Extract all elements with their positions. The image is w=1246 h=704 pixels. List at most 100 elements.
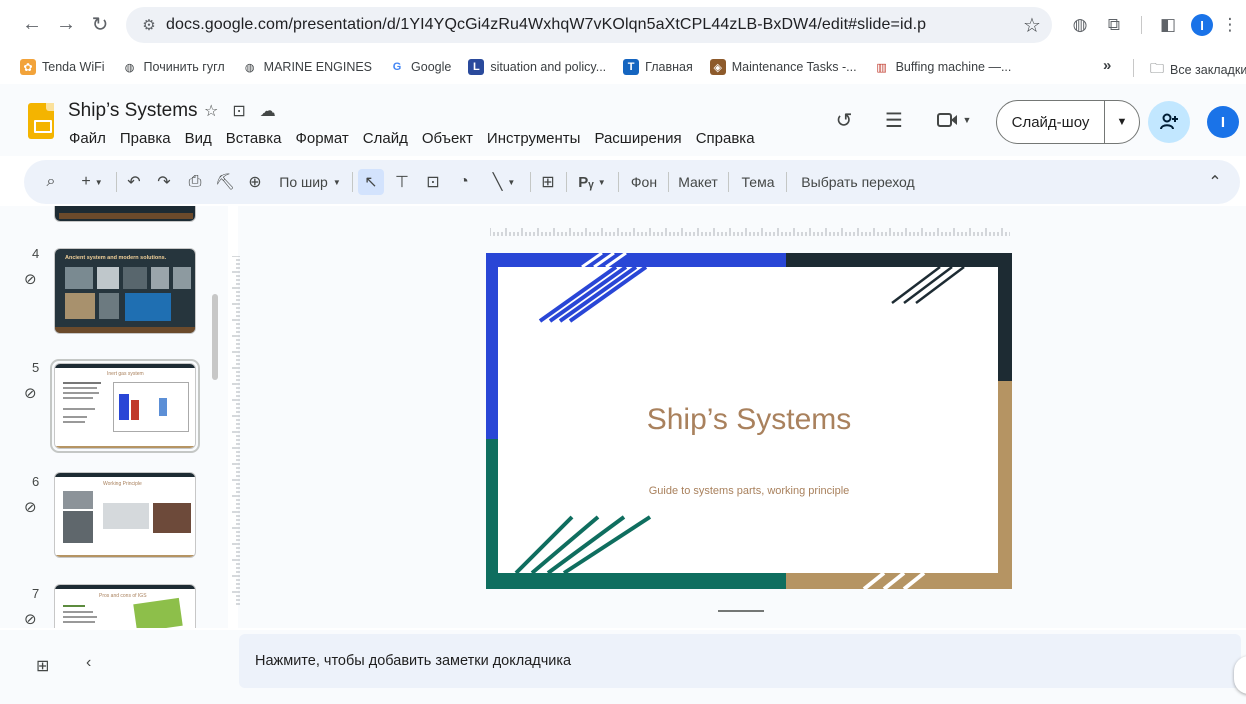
input-tools-icon[interactable]: Pᵧ ▼ xyxy=(572,169,612,195)
thumb-image xyxy=(65,267,93,289)
menu-format[interactable]: Формат xyxy=(288,128,355,149)
maintenance-icon: ◈ xyxy=(709,59,726,75)
forward-arrow-icon[interactable]: → xyxy=(52,10,80,38)
user-avatar[interactable]: I xyxy=(1207,106,1239,138)
notes-resize-handle[interactable] xyxy=(718,610,764,612)
bookmark-label: Tenda WiFi xyxy=(42,60,105,74)
meet-camera-icon[interactable]: ▼ xyxy=(932,106,976,134)
site-settings-icon[interactable]: ⚙ xyxy=(132,16,166,34)
thumb-title: Pros and cons of IGS xyxy=(99,593,147,599)
bookmark-item[interactable]: G Google xyxy=(389,59,451,75)
bookmarks-bar: ✿ Tenda WiFi ◍ Починить гугл ◍ MARINE ENGINES… xyxy=(0,52,1246,82)
menu-view[interactable]: Вид xyxy=(178,128,219,149)
share-add-person-icon[interactable] xyxy=(1148,101,1190,143)
slide-number: 6 xyxy=(32,474,40,489)
move-folder-icon[interactable]: ⊡ xyxy=(232,101,245,121)
folder-icon: 🗀 xyxy=(1150,60,1164,76)
link-icon: ⊘ xyxy=(24,611,37,628)
side-panel-toggle[interactable] xyxy=(1234,656,1246,694)
grid-view-icon[interactable]: ⊞ xyxy=(36,656,49,676)
zoom-icon[interactable]: ⊕ xyxy=(244,169,266,195)
collapse-toolbar-chevron-icon[interactable]: ⌃ xyxy=(1204,169,1226,195)
filmstrip-scrollbar[interactable] xyxy=(212,294,218,380)
menu-object[interactable]: Объект xyxy=(415,128,480,149)
bookmark-item[interactable]: T Главная xyxy=(623,59,693,75)
collapse-filmstrip-chevron-icon[interactable]: ‹ xyxy=(86,654,91,672)
slide-canvas[interactable]: Ship’s Systems Guide to systems parts, w… xyxy=(232,206,1246,628)
slideshow-button[interactable]: Слайд-шоу ▼ xyxy=(996,100,1140,144)
slide-filmstrip[interactable]: 4 ⊘ Ancient system and modern solutions.… xyxy=(0,206,228,628)
horizontal-ruler[interactable] xyxy=(490,226,1010,236)
insert-comment-icon[interactable]: ⊞ xyxy=(536,169,560,195)
new-slide-button[interactable]: + ▼ xyxy=(74,169,110,195)
thumb-bg xyxy=(55,249,195,333)
slide-thumbnail-7[interactable]: Pros and cons of IGS xyxy=(54,584,196,628)
thumb-strip xyxy=(55,446,195,448)
chrome-profile-avatar[interactable]: I xyxy=(1190,12,1214,38)
speaker-notes-field[interactable]: Нажмите, чтобы добавить заметки докладчи… xyxy=(239,634,1241,688)
bookmarks-overflow-button[interactable]: » xyxy=(1103,57,1111,74)
layout-button[interactable]: Макет xyxy=(676,169,720,195)
comments-icon[interactable]: ☰ xyxy=(880,106,908,134)
thumb-image xyxy=(103,503,149,529)
menu-insert[interactable]: Вставка xyxy=(219,128,289,149)
thumb-diagram-part xyxy=(119,394,129,420)
transition-button[interactable]: Выбрать переход xyxy=(798,169,918,195)
theme-button[interactable]: Тема xyxy=(738,169,778,195)
slideshow-options-chevron-icon[interactable]: ▼ xyxy=(1105,116,1139,128)
slide-thumbnail-6[interactable]: Working Principle xyxy=(54,472,196,558)
bookmark-item[interactable]: ◍ Починить гугл xyxy=(121,59,225,75)
extension-globe-icon[interactable]: ◍ xyxy=(1068,12,1092,38)
slide-number: 4 xyxy=(32,246,40,261)
menu-tools[interactable]: Инструменты xyxy=(480,128,588,149)
search-menus-icon[interactable]: ⌕ xyxy=(40,169,62,195)
bookmark-item[interactable]: Lsituation and policy... xyxy=(468,59,606,75)
menu-file[interactable]: Файл xyxy=(62,128,113,149)
undo-icon[interactable]: ↶ xyxy=(124,169,144,195)
slides-logo-icon[interactable] xyxy=(28,103,54,139)
bookmark-item[interactable]: ◈ Maintenance Tasks -... xyxy=(709,59,857,75)
tenda-icon: ✿ xyxy=(20,59,36,75)
toolbar-divider xyxy=(116,172,117,192)
current-slide[interactable]: Ship’s Systems Guide to systems parts, w… xyxy=(486,253,1012,589)
bookmark-item[interactable]: ◍ MARINE ENGINES xyxy=(241,59,372,75)
redo-icon[interactable]: ↷ xyxy=(154,169,174,195)
chrome-menu-icon[interactable]: ⋮ xyxy=(1222,12,1239,38)
url-text[interactable]: docs.google.com/presentation/d/1YI4YQcGi… xyxy=(166,16,1012,34)
zoom-select[interactable]: По шир ▼ xyxy=(274,169,346,195)
bookmark-item[interactable]: ▥ Buffing machine —... xyxy=(873,59,1011,75)
shape-icon[interactable]: ◔ xyxy=(452,169,476,195)
slideshow-label[interactable]: Слайд-шоу xyxy=(997,114,1104,131)
slide-thumbnail-3[interactable] xyxy=(54,206,196,222)
paint-format-icon[interactable]: ⛏ xyxy=(214,169,236,195)
thumb-image xyxy=(151,267,169,289)
version-history-icon[interactable]: ↺ xyxy=(830,106,858,134)
star-icon[interactable]: ☆ xyxy=(204,101,218,121)
bookmark-star-icon[interactable]: ☆ xyxy=(1012,13,1052,38)
menu-extensions[interactable]: Расширения xyxy=(587,128,688,149)
extensions-puzzle-icon[interactable]: ⧉ xyxy=(1102,12,1126,38)
vertical-ruler[interactable] xyxy=(230,256,240,606)
insert-image-icon[interactable]: ⊡ xyxy=(422,169,444,195)
menu-help[interactable]: Справка xyxy=(689,128,762,149)
all-bookmarks-button[interactable]: 🗀 Все закладки xyxy=(1150,58,1246,82)
reload-icon[interactable]: ↻ xyxy=(86,10,114,38)
slide-thumbnail-4[interactable]: Ancient system and modern solutions. xyxy=(54,248,196,334)
menu-slide[interactable]: Слайд xyxy=(356,128,415,149)
bookmark-item[interactable]: ✿ Tenda WiFi xyxy=(20,59,105,75)
address-bar[interactable]: ⚙ docs.google.com/presentation/d/1YI4YQc… xyxy=(126,7,1052,43)
side-panel-icon[interactable]: ◧ xyxy=(1156,12,1180,38)
select-cursor-icon[interactable]: ↖ xyxy=(358,169,384,195)
background-button[interactable]: Фон xyxy=(626,169,662,195)
document-title[interactable]: Ship’s Systems xyxy=(68,100,198,122)
line-tool-icon[interactable]: ╲ ▼ xyxy=(484,169,524,195)
menu-edit[interactable]: Правка xyxy=(113,128,178,149)
slide-title[interactable]: Ship’s Systems xyxy=(486,403,1012,437)
print-icon[interactable]: ⎙ xyxy=(184,169,206,195)
text-box-icon[interactable]: ⊤ xyxy=(390,169,414,195)
slide-subtitle[interactable]: Guide to systems parts, working principl… xyxy=(486,485,1012,497)
cloud-saved-icon[interactable]: ☁ xyxy=(260,101,276,121)
slide-thumbnail-5[interactable]: Inert gas system xyxy=(54,363,196,449)
bookmarks-divider xyxy=(1133,59,1134,77)
back-arrow-icon[interactable]: ← xyxy=(18,10,46,38)
